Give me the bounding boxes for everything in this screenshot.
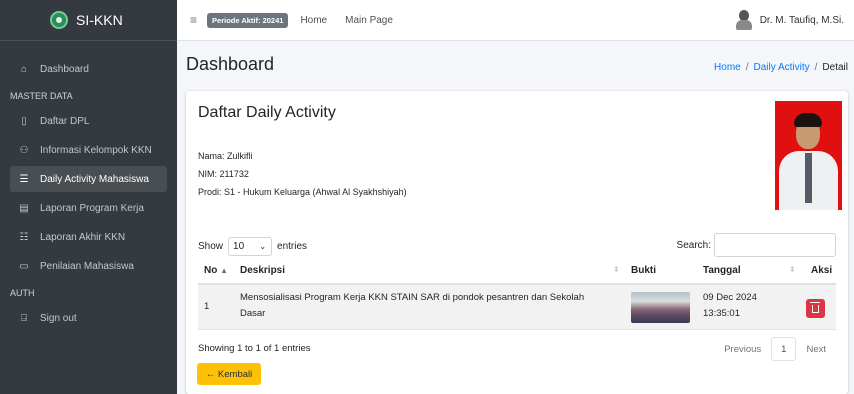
bukti-thumbnail[interactable] xyxy=(631,292,690,323)
sidebar: SI-KKN ⌂ Dashboard MASTER DATA ▯ Daftar … xyxy=(0,0,177,394)
cell-tanggal-time: 13:35:01 xyxy=(703,308,740,319)
sidebar-item-laporan-akhir[interactable]: ☷ Laporan Akhir KKN xyxy=(10,224,167,250)
breadcrumb-daily-activity[interactable]: Daily Activity xyxy=(754,62,810,73)
table-header: No ▲ Deskripsi ⬍ Bukti Tanggal ⬍ Aksi xyxy=(198,260,836,285)
cell-deskripsi-line1: Mensosialisasi Program Kerja KKN STAIN S… xyxy=(240,292,585,303)
sidebar-item-label: Daftar DPL xyxy=(40,115,90,127)
pagination-previous[interactable]: Previous xyxy=(714,337,771,361)
delete-button[interactable] xyxy=(806,299,825,318)
logo-icon xyxy=(50,11,68,29)
sidebar-item-daily-activity[interactable]: ☰ Daily Activity Mahasiswa xyxy=(10,166,167,192)
page-title: Dashboard xyxy=(186,54,275,74)
brand[interactable]: SI-KKN xyxy=(0,0,177,41)
hamburger-icon[interactable]: ≡ xyxy=(190,13,197,27)
signout-icon: ⍈ xyxy=(21,312,27,324)
sidebar-item-label: Laporan Akhir KKN xyxy=(40,231,126,243)
col-bukti[interactable]: Bukti xyxy=(631,265,656,276)
cell-tanggal-date: 09 Dec 2024 xyxy=(703,292,757,303)
sidebar-item-informasi-kelompok[interactable]: ⚇ Informasi Kelompok KKN xyxy=(10,137,167,163)
users-icon: ⚇ xyxy=(19,144,29,156)
table-search: Search: xyxy=(677,233,836,257)
breadcrumb: Home / Daily Activity / Detail xyxy=(714,62,848,73)
nav-link-main-page[interactable]: Main Page xyxy=(345,15,393,26)
list-icon: ☰ xyxy=(19,173,29,185)
sidebar-header-master-data: MASTER DATA xyxy=(10,91,73,101)
sidebar-nav: ⌂ Dashboard MASTER DATA ▯ Daftar DPL ⚇ I… xyxy=(0,41,177,331)
home-icon: ⌂ xyxy=(20,63,28,75)
daily-activity-card: Daftar Daily Activity Nama: Zulkifli NIM… xyxy=(186,91,848,394)
student-photo xyxy=(775,101,842,210)
nav-link-home[interactable]: Home xyxy=(300,15,327,26)
brand-name: SI-KKN xyxy=(76,12,123,28)
sidebar-item-label: Penilaian Mahasiswa xyxy=(40,260,134,272)
sort-asc-icon: ▲ xyxy=(220,266,229,275)
sidebar-item-sign-out[interactable]: ⍈ Sign out xyxy=(10,305,167,331)
sidebar-item-laporan-program-kerja[interactable]: ▤ Laporan Program Kerja xyxy=(10,195,167,221)
sidebar-item-daftar-dpl[interactable]: ▯ Daftar DPL xyxy=(10,108,167,134)
book-icon: ▯ xyxy=(21,115,27,127)
period-badge: Periode Aktif: 20241 xyxy=(207,12,289,28)
col-deskripsi[interactable]: Deskripsi xyxy=(240,265,285,276)
sidebar-item-label: Informasi Kelompok KKN xyxy=(40,144,152,156)
breadcrumb-detail: Detail xyxy=(822,62,848,73)
table-info: Showing 1 to 1 of 1 entries xyxy=(198,343,311,354)
user-menu[interactable]: Dr. M. Taufiq, M.Si. xyxy=(735,10,844,30)
sidebar-item-label: Dashboard xyxy=(40,63,89,75)
search-input[interactable] xyxy=(714,233,836,257)
show-label: Show xyxy=(198,241,224,252)
topbar: ≡ Periode Aktif: 20241 Home Main Page Dr… xyxy=(177,0,854,41)
sidebar-item-label: Sign out xyxy=(40,312,77,324)
sidebar-item-dashboard[interactable]: ⌂ Dashboard xyxy=(10,56,167,82)
user-name: Dr. M. Taufiq, M.Si. xyxy=(759,14,844,26)
trash-icon xyxy=(810,301,820,313)
entries-length: Show 10 ⌄ entries xyxy=(198,237,307,256)
student-name: Nama: Zulkifli xyxy=(198,151,253,161)
sort-icon: ⬍ xyxy=(613,265,620,274)
file-icon: ▭ xyxy=(19,260,29,272)
col-aksi[interactable]: Aksi xyxy=(811,265,832,276)
table-row: 1 Mensosialisasi Program Kerja KKN STAIN… xyxy=(198,285,836,330)
back-button[interactable]: ← Kembali xyxy=(197,363,261,385)
student-nim: NIM: 211732 xyxy=(198,169,249,179)
sort-icon: ⬍ xyxy=(789,265,796,274)
col-no[interactable]: No ▲ xyxy=(204,265,228,276)
checklist-icon: ☷ xyxy=(19,231,29,243)
breadcrumb-home[interactable]: Home xyxy=(714,62,741,73)
sidebar-item-label: Daily Activity Mahasiswa xyxy=(40,173,149,185)
card-title: Daftar Daily Activity xyxy=(198,104,336,121)
col-tanggal[interactable]: Tanggal xyxy=(703,265,741,276)
sidebar-header-auth: AUTH xyxy=(10,288,35,298)
pagination: Previous 1 Next xyxy=(714,337,836,361)
pagination-next[interactable]: Next xyxy=(796,337,836,361)
entries-select[interactable]: 10 ⌄ xyxy=(228,237,273,256)
chevron-down-icon: ⌄ xyxy=(259,242,267,251)
cell-deskripsi-line2: Dasar xyxy=(240,308,266,319)
sidebar-item-penilaian[interactable]: ▭ Penilaian Mahasiswa xyxy=(10,253,167,279)
entries-label: entries xyxy=(277,241,308,252)
search-label: Search: xyxy=(676,239,711,251)
pagination-page-1[interactable]: 1 xyxy=(771,337,797,361)
avatar xyxy=(735,10,752,30)
content-header: Dashboard Home / Daily Activity / Detail xyxy=(177,41,854,91)
entries-value: 10 xyxy=(233,241,245,252)
student-prodi: Prodi: S1 - Hukum Keluarga (Ahwal Al Sya… xyxy=(198,187,407,197)
cell-no: 1 xyxy=(204,301,210,312)
file-icon: ▤ xyxy=(19,202,29,214)
sidebar-item-label: Laporan Program Kerja xyxy=(40,202,144,214)
